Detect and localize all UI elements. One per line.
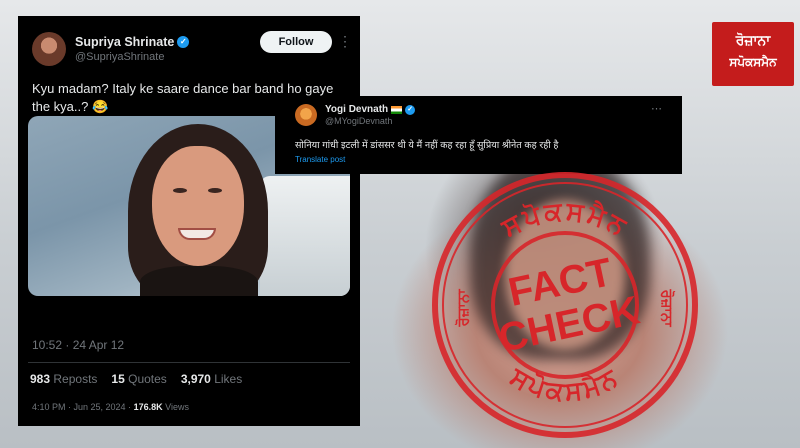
- india-flag-icon: [391, 105, 403, 114]
- reposts-count: 983: [30, 372, 51, 386]
- tweet-card: Supriya Shrinate ✓ @SupriyaShrinate Foll…: [18, 16, 360, 426]
- photo-face: [152, 146, 244, 266]
- likes-stat[interactable]: 3,970 Likes: [181, 372, 242, 386]
- quoted-tweet-card: Yogi Devnath ✓ @MYogiDevnath ⋯ सोनिया गा…: [275, 96, 682, 174]
- author-handle[interactable]: @SupriyaShrinate: [75, 51, 189, 63]
- more-options-icon[interactable]: ⋮: [338, 33, 352, 50]
- post-meta: 4:10 PM · Jun 25, 2024 · 176.8K Views: [32, 402, 189, 412]
- author-handle[interactable]: @MYogiDevnath: [325, 116, 392, 126]
- quotes-count: 15: [111, 372, 125, 386]
- tweet-author: Supriya Shrinate ✓ @SupriyaShrinate: [75, 35, 190, 63]
- tweet-stats: 983 Reposts 15 Quotes 3,970 Likes: [30, 372, 242, 386]
- stamp-left-word: ਰੋਜ਼ਾਨਾ: [454, 289, 472, 328]
- post-date[interactable]: 4:10 PM · Jun 25, 2024 ·: [32, 402, 131, 412]
- rozana-spokesman-logo: ਰੋਜ਼ਾਨਾ ਸਪੋਕਸਮੈਨ: [712, 22, 794, 86]
- likes-label: Likes: [214, 372, 243, 386]
- follow-button[interactable]: Follow: [260, 31, 332, 53]
- reposts-stat[interactable]: 983 Reposts: [30, 372, 97, 386]
- quotes-label: Quotes: [128, 372, 167, 386]
- author-name-row[interactable]: Supriya Shrinate ✓: [75, 35, 190, 49]
- verified-badge-icon: ✓: [177, 36, 190, 48]
- divider: [28, 362, 350, 363]
- avatar[interactable]: [32, 32, 66, 66]
- stamp-bottom-arc-text: ਸਪੋਕਸਮੈਨ: [504, 361, 624, 407]
- fact-check-stamp: ਸਪੋਕਸਮੈਨ ਸਪੋਕਸਮੈਨ ਰੋਜ਼ਾਨਾ ਰੋਜ਼ਾਨਾ FACT C…: [432, 172, 698, 438]
- avatar[interactable]: [295, 104, 317, 126]
- more-options-icon[interactable]: ⋯: [651, 102, 662, 115]
- tweet-text: सोनिया गांधी इटली में डांससर थी ये मैं न…: [295, 140, 559, 151]
- photo-mouth: [178, 228, 216, 240]
- views-label: Views: [165, 402, 189, 412]
- stamp-top-arc-text: ਸਪੋਕਸਮੈਨ: [496, 196, 634, 243]
- logo-line-2: ਸਪੋਕਸਮੈਨ: [729, 55, 777, 69]
- likes-count: 3,970: [180, 372, 211, 386]
- tweet-header: Supriya Shrinate ✓ @SupriyaShrinate: [32, 32, 190, 66]
- photo-eye: [173, 188, 187, 193]
- translate-post-link[interactable]: Translate post: [295, 155, 345, 164]
- author-name-row[interactable]: Yogi Devnath ✓: [325, 104, 416, 115]
- author-name[interactable]: Yogi Devnath: [325, 104, 388, 115]
- reposts-label: Reposts: [53, 372, 98, 386]
- tweet-timestamp[interactable]: 10:52 · 24 Apr 12: [32, 338, 124, 352]
- photo-boat: [260, 176, 350, 296]
- author-name[interactable]: Supriya Shrinate: [75, 35, 174, 49]
- verified-badge-icon: ✓: [405, 104, 416, 115]
- photo-eye: [208, 188, 222, 193]
- quotes-stat[interactable]: 15 Quotes: [111, 372, 166, 386]
- photo-shirt: [140, 266, 258, 296]
- logo-line-1: ਰੋਜ਼ਾਨਾ: [735, 32, 771, 48]
- stamp-right-word: ਰੋਜ਼ਾਨਾ: [658, 288, 676, 327]
- views-count: 176.8K: [133, 402, 163, 412]
